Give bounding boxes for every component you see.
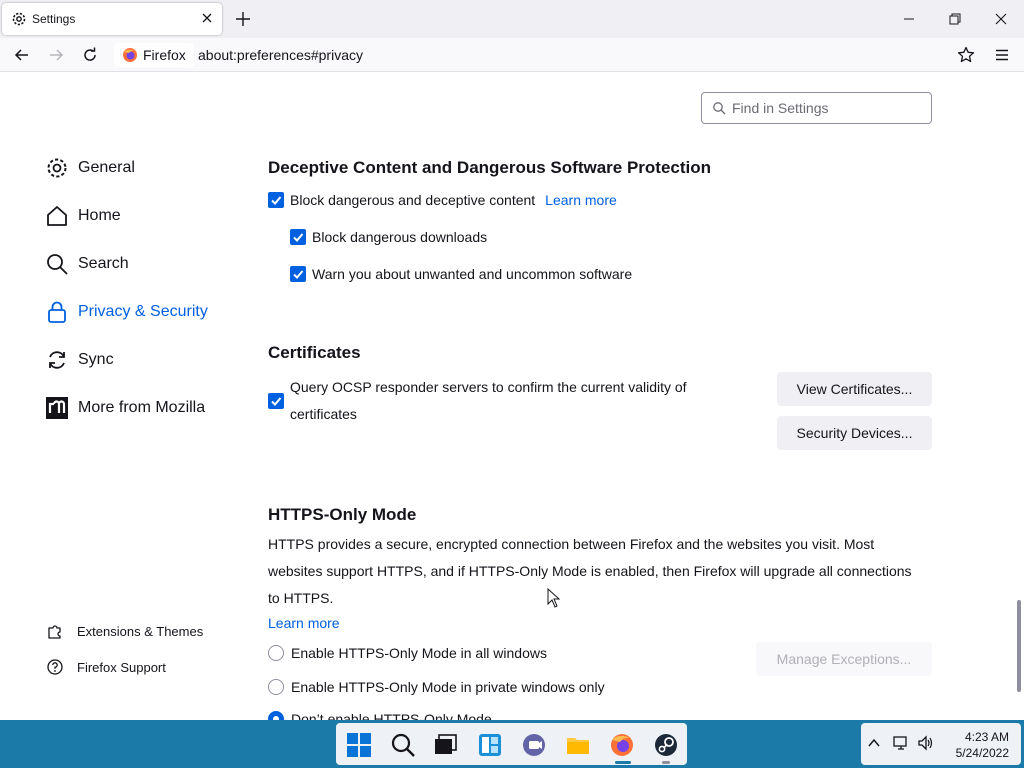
gear-icon — [11, 11, 27, 32]
system-tray: 4:23 AM 5/24/2022 — [861, 723, 1021, 765]
forward-arrow-icon[interactable] — [47, 46, 65, 64]
firefox-icon[interactable] — [609, 732, 635, 758]
file-explorer-icon[interactable] — [565, 732, 591, 758]
search-placeholder: Find in Settings — [732, 100, 829, 116]
sidebar-item-label: Search — [78, 255, 129, 272]
https-only-heading: HTTPS-Only Mode — [268, 505, 417, 524]
block-deceptive-row: Block dangerous and deceptive content Le… — [268, 192, 617, 208]
ocsp-row: Query OCSP responder servers to confirm … — [268, 374, 718, 428]
search-icon — [44, 251, 70, 277]
warn-unwanted-checkbox[interactable] — [290, 266, 306, 282]
network-icon[interactable] — [893, 735, 909, 756]
tab-strip: Settings — [0, 0, 1024, 38]
sidebar-item-more-from-mozilla[interactable]: More from Mozilla — [44, 395, 205, 421]
identity-box[interactable]: Firefox — [114, 43, 194, 67]
https-all-windows-radio[interactable] — [268, 645, 284, 661]
sidebar-item-search[interactable]: Search — [44, 251, 129, 277]
security-devices-button[interactable]: Security Devices... — [777, 416, 932, 450]
identity-label: Firefox — [143, 47, 186, 63]
firefox-active-indicator — [615, 761, 631, 764]
mouse-cursor-icon — [547, 588, 561, 608]
https-learn-more-link[interactable]: Learn more — [268, 615, 340, 631]
sidebar-item-home[interactable]: Home — [44, 203, 121, 229]
chevron-up-icon[interactable] — [867, 736, 881, 755]
sidebar-item-label: Sync — [78, 351, 114, 368]
firefox-support-label: Firefox Support — [77, 659, 166, 675]
back-arrow-icon[interactable] — [13, 46, 31, 64]
tab-settings[interactable]: Settings — [2, 3, 222, 35]
https-private-windows-label: Enable HTTPS-Only Mode in private window… — [291, 679, 605, 695]
manage-exceptions-button[interactable]: Manage Exceptions... — [756, 642, 932, 676]
block-downloads-checkbox[interactable] — [290, 229, 306, 245]
https-private-windows-radio[interactable] — [268, 679, 284, 695]
volume-icon[interactable] — [917, 735, 933, 756]
teams-chat-icon[interactable] — [521, 732, 547, 758]
warn-unwanted-row: Warn you about unwanted and uncommon sof… — [290, 266, 632, 282]
https-private-windows-option[interactable]: Enable HTTPS-Only Mode in private window… — [268, 679, 605, 695]
sidebar-item-label: Home — [78, 207, 121, 224]
steam-icon[interactable] — [653, 732, 679, 758]
widgets-icon[interactable] — [477, 732, 503, 758]
gear-icon — [44, 155, 70, 181]
view-certificates-button[interactable]: View Certificates... — [777, 372, 932, 406]
block-deceptive-checkbox[interactable] — [268, 192, 284, 208]
extensions-themes-label: Extensions & Themes — [77, 623, 204, 639]
mozilla-icon — [44, 395, 70, 421]
url-bar[interactable]: Firefox about:preferences#privacy — [112, 42, 992, 68]
sidebar-item-label: General — [78, 159, 135, 176]
minimize-button[interactable] — [898, 8, 920, 30]
clock[interactable]: 4:23 AM 5/24/2022 — [956, 729, 1009, 761]
sidebar-item-label: Privacy & Security — [78, 303, 208, 320]
close-tab-icon[interactable] — [200, 11, 214, 25]
learn-more-link[interactable]: Learn more — [545, 192, 617, 208]
help-icon — [46, 658, 64, 676]
taskbar-apps — [336, 723, 687, 765]
block-downloads-label: Block dangerous downloads — [312, 229, 488, 245]
search-icon[interactable] — [390, 732, 416, 758]
menu-icon[interactable] — [993, 46, 1011, 64]
certificates-heading: Certificates — [268, 343, 361, 362]
clock-time: 4:23 AM — [964, 730, 1009, 744]
sidebar-item-general[interactable]: General — [44, 155, 135, 181]
sidebar-item-sync[interactable]: Sync — [44, 347, 114, 373]
taskbar: 4:23 AM 5/24/2022 — [0, 720, 1024, 768]
search-input[interactable]: Find in Settings — [701, 92, 932, 124]
home-icon — [44, 203, 70, 229]
task-view-icon[interactable] — [433, 732, 459, 758]
https-all-windows-option[interactable]: Enable HTTPS-Only Mode in all windows — [268, 645, 547, 661]
extensions-themes-link[interactable]: Extensions & Themes — [46, 622, 203, 640]
warn-unwanted-label: Warn you about unwanted and uncommon sof… — [312, 266, 633, 282]
url-text[interactable]: about:preferences#privacy — [198, 47, 363, 63]
windows-start-icon[interactable] — [346, 732, 372, 758]
restore-button[interactable] — [944, 8, 966, 30]
deceptive-content-heading: Deceptive Content and Dangerous Software… — [268, 158, 712, 177]
sync-icon — [44, 347, 70, 373]
lock-icon — [44, 299, 70, 325]
new-tab-button[interactable] — [233, 9, 253, 29]
https-only-description: HTTPS provides a secure, encrypted conne… — [268, 536, 912, 606]
tab-title: Settings — [32, 12, 76, 26]
block-deceptive-label: Block dangerous and deceptive content — [290, 192, 536, 208]
nav-bar: Firefox about:preferences#privacy — [0, 38, 1024, 72]
firefox-logo-icon — [122, 47, 138, 63]
sidebar-item-label: More from Mozilla — [78, 399, 206, 416]
puzzle-icon — [46, 622, 64, 640]
ocsp-label: Query OCSP responder servers to confirm … — [290, 379, 687, 422]
scrollbar-thumb[interactable] — [1017, 600, 1021, 692]
steam-running-indicator — [662, 761, 670, 764]
clock-date: 5/24/2022 — [955, 746, 1009, 760]
ocsp-checkbox[interactable] — [268, 393, 284, 409]
block-downloads-row: Block dangerous downloads — [290, 229, 487, 245]
sidebar-item-privacy[interactable]: Privacy & Security — [44, 299, 208, 325]
firefox-support-link[interactable]: Firefox Support — [46, 658, 166, 676]
reload-icon[interactable] — [81, 46, 99, 64]
bookmark-star-icon[interactable] — [957, 46, 975, 64]
close-window-button[interactable] — [990, 8, 1012, 30]
search-icon — [713, 102, 726, 115]
https-all-windows-label: Enable HTTPS-Only Mode in all windows — [291, 645, 547, 661]
